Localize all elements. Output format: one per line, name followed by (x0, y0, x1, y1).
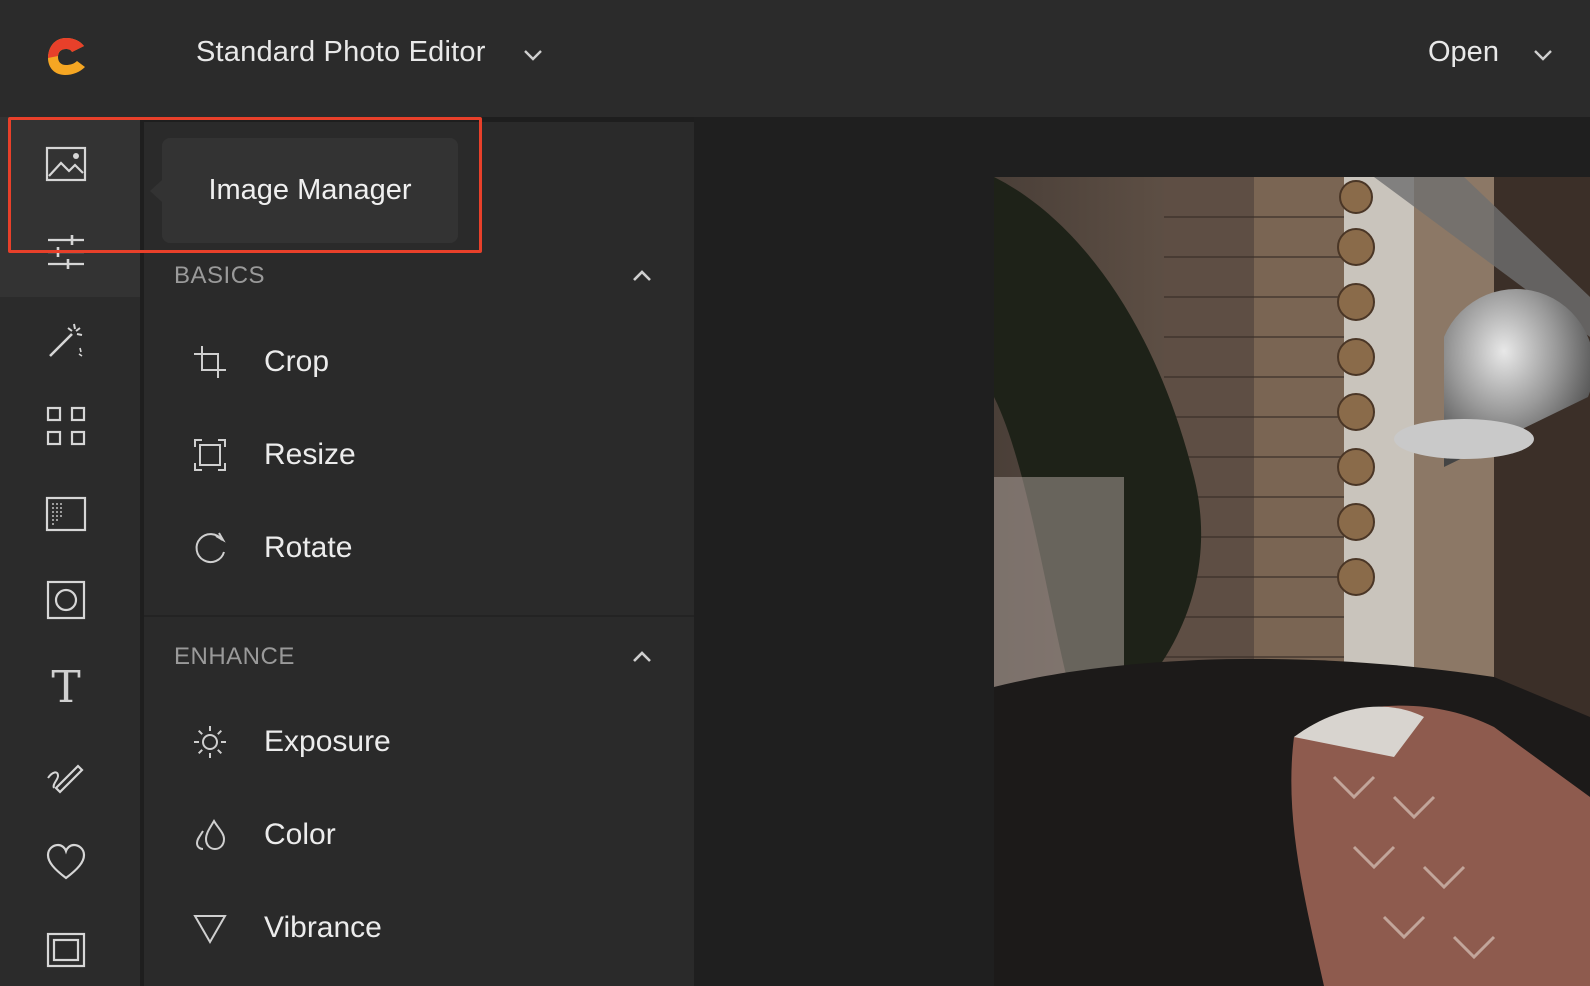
frame-circle-icon[interactable] (44, 578, 88, 622)
editor-mode-title[interactable]: Standard Photo Editor (196, 36, 486, 69)
grid-icon[interactable] (44, 404, 88, 448)
section-divider (144, 615, 694, 617)
tool-resize[interactable]: Resize (190, 425, 650, 485)
magic-wand-icon[interactable] (44, 318, 88, 362)
top-bar: Standard Photo Editor Open (0, 0, 1590, 117)
section-title-basics: BASICS (174, 262, 266, 289)
tool-label: Resize (264, 438, 356, 471)
tool-crop[interactable]: Crop (190, 332, 650, 392)
tool-label: Color (264, 818, 336, 851)
tooltip-arrow (150, 180, 162, 202)
chevron-up-icon[interactable] (630, 268, 654, 284)
text-icon[interactable]: T (44, 666, 88, 710)
texture-icon[interactable] (44, 492, 88, 536)
image-manager-tooltip: Image Manager (162, 138, 458, 243)
heart-icon[interactable] (44, 840, 88, 884)
chevron-down-icon[interactable] (522, 48, 544, 62)
tool-label: Crop (264, 345, 330, 378)
tool-label: Exposure (264, 725, 391, 758)
app-logo-icon[interactable] (44, 34, 88, 78)
tool-label: Vibrance (264, 911, 382, 944)
exposure-icon (190, 722, 230, 762)
color-icon (190, 815, 230, 855)
rotate-icon (190, 528, 230, 568)
resize-icon (190, 435, 230, 475)
border-icon[interactable] (44, 928, 88, 972)
tool-exposure[interactable]: Exposure (190, 712, 650, 772)
tool-label: Rotate (264, 531, 353, 564)
open-menu-button[interactable]: Open (1428, 36, 1499, 69)
crop-icon (190, 342, 230, 382)
chevron-up-icon[interactable] (630, 649, 654, 665)
tool-vibrance[interactable]: Vibrance (190, 898, 650, 958)
section-title-enhance: ENHANCE (174, 643, 295, 670)
image-icon[interactable] (44, 142, 88, 186)
tool-rotate[interactable]: Rotate (190, 518, 650, 578)
draw-icon[interactable] (44, 754, 88, 798)
tool-color[interactable]: Color (190, 805, 650, 865)
vibrance-icon (190, 908, 230, 948)
sliders-icon[interactable] (44, 230, 88, 274)
chevron-down-icon[interactable] (1532, 48, 1554, 62)
photo-preview[interactable] (994, 177, 1590, 986)
